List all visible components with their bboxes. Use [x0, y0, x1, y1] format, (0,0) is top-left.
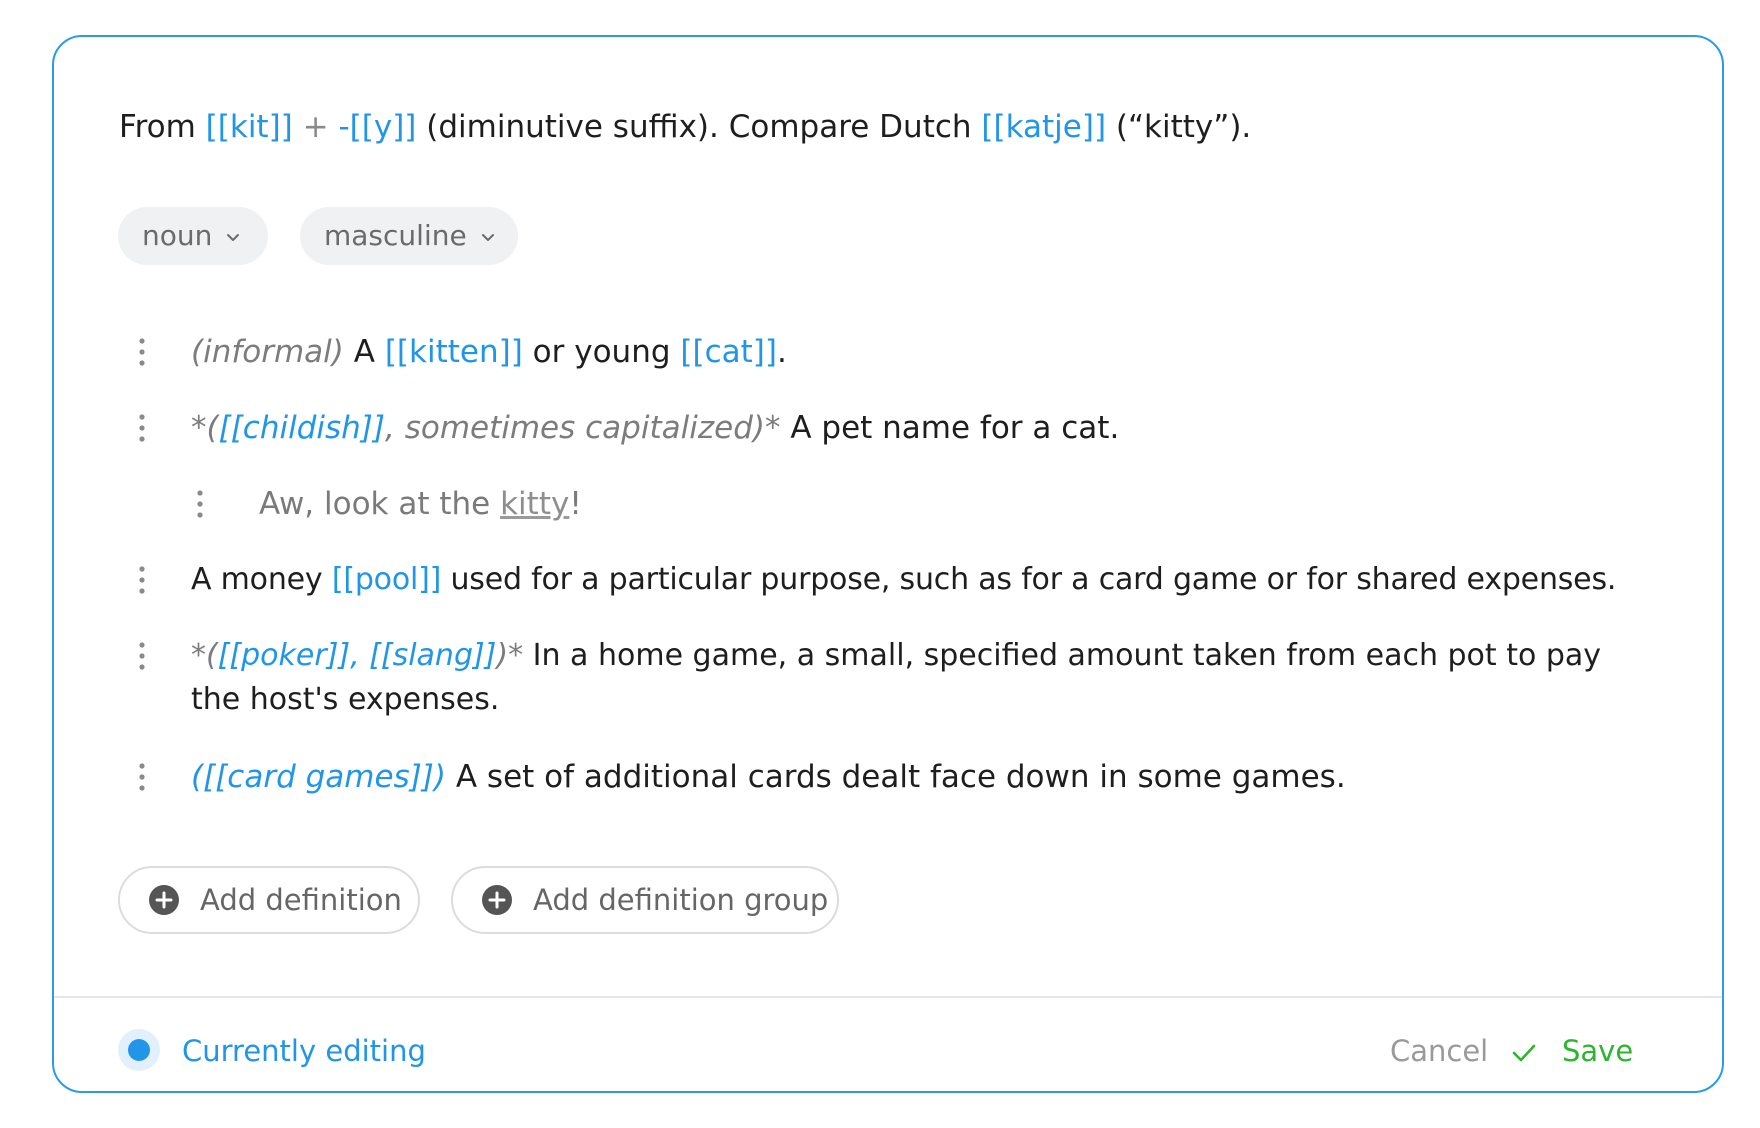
definition-label-suffix: )* — [496, 638, 524, 673]
save-button[interactable]: Save — [1512, 1029, 1633, 1073]
add-definition-group-label: Add definition group — [533, 883, 829, 917]
cancel-button[interactable]: Cancel — [1390, 1029, 1488, 1073]
link-kitten[interactable]: [[kitten]] — [385, 334, 523, 370]
definition-text-part: or young — [532, 334, 671, 370]
part-of-speech-label: noun — [142, 219, 213, 252]
etymology-text[interactable]: From [[kit]] + -[[y]] (diminutive suffix… — [119, 101, 1251, 153]
definition-text[interactable]: (informal) A [[kitten]] or young [[cat]]… — [191, 330, 787, 374]
link-childish[interactable]: [[childish]] — [219, 410, 385, 446]
add-definition-button[interactable]: Add definition — [118, 866, 420, 934]
status-dot-icon — [118, 1029, 160, 1071]
definition-text-part: A pet name for a cat. — [790, 410, 1120, 446]
save-label: Save — [1562, 1034, 1634, 1068]
add-definition-label: Add definition — [200, 883, 402, 917]
definition-label-prefix: *( — [191, 638, 218, 673]
link-poker-slang[interactable]: [[poker]], [[slang]] — [218, 638, 497, 673]
etymology-from: From — [119, 109, 196, 145]
definition-label-prefix: *( — [191, 410, 219, 446]
gender-dropdown[interactable]: masculine — [300, 207, 518, 265]
definition-text[interactable]: *([[poker]], [[slang]])* In a home game,… — [191, 634, 1621, 722]
example-text-part: ! — [569, 486, 582, 522]
part-of-speech-dropdown[interactable]: noun — [118, 207, 268, 265]
drag-handle-icon[interactable] — [131, 558, 155, 602]
entry-editor-card: From [[kit]] + -[[y]] (diminutive suffix… — [52, 35, 1724, 1093]
definition-text-part: A — [353, 334, 375, 370]
definition-text-part: used for a particular purpose, such as f… — [450, 562, 1617, 597]
definition-text-part: A set of additional cards dealt face dow… — [455, 759, 1346, 795]
plus-circle-icon — [149, 885, 179, 915]
definition-label-prefix: ( — [191, 759, 204, 795]
example-keyword: kitty — [500, 486, 570, 522]
link-card-games[interactable]: [[card games]] — [203, 759, 434, 795]
etymology-plus: + — [302, 109, 329, 145]
drag-handle-icon[interactable] — [131, 634, 155, 678]
add-definition-group-button[interactable]: Add definition group — [451, 866, 839, 934]
definition-text[interactable]: A money [[pool]] used for a particular p… — [191, 558, 1616, 602]
etymology-gloss: (“kitty”). — [1115, 109, 1252, 145]
link-cat[interactable]: [[cat]] — [680, 334, 777, 370]
gender-label: masculine — [324, 219, 467, 252]
link-kit[interactable]: [[kit]] — [206, 109, 293, 145]
example-text-part: Aw, look at the — [259, 486, 491, 522]
drag-handle-icon[interactable] — [131, 406, 155, 450]
editing-status: Currently editing — [182, 1034, 426, 1068]
chevron-down-icon — [227, 234, 240, 241]
link-pool[interactable]: [[pool]] — [332, 562, 442, 597]
definition-text-part: . — [776, 334, 787, 370]
example-text[interactable]: Aw, look at the kitty! — [259, 482, 582, 526]
definition-text[interactable]: *([[childish]], sometimes capitalized)* … — [191, 406, 1119, 450]
etymology-suffix-desc: (diminutive suffix). Compare Dutch — [426, 109, 972, 145]
drag-handle-icon[interactable] — [189, 482, 213, 526]
footer-divider — [54, 996, 1722, 998]
drag-handle-icon[interactable] — [131, 330, 155, 374]
definition-text-part: A money — [191, 562, 323, 597]
definition-label: (informal) — [191, 334, 344, 370]
link-katje[interactable]: [[katje]] — [981, 109, 1106, 145]
link-y-suffix[interactable]: -[[y]] — [338, 109, 416, 145]
definition-label-suffix: ) — [433, 759, 447, 795]
plus-circle-icon — [482, 885, 512, 915]
check-icon — [1512, 1044, 1536, 1062]
definition-label-rest: , sometimes capitalized)* — [385, 410, 781, 446]
chevron-down-icon — [481, 234, 494, 241]
drag-handle-icon[interactable] — [131, 755, 155, 799]
definition-text[interactable]: ([[card games]]) A set of additional car… — [191, 755, 1346, 799]
